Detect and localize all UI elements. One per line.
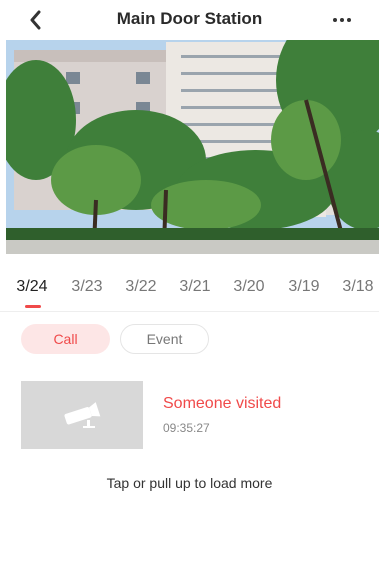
date-tab-3-23[interactable]: 3/23 xyxy=(65,278,109,296)
record-time: 09:35:27 xyxy=(163,421,210,435)
header-bar: Main Door Station xyxy=(0,0,379,40)
page-title: Main Door Station xyxy=(116,9,263,28)
date-tab-3-18[interactable]: 3/18 xyxy=(336,278,379,296)
camera-icon xyxy=(64,402,101,428)
camera-preview-image xyxy=(6,40,379,254)
call-filter-button[interactable]: Call xyxy=(21,324,110,354)
camera-preview[interactable] xyxy=(6,40,379,254)
date-tab-3-24[interactable]: 3/24 xyxy=(10,278,54,296)
divider xyxy=(0,311,379,312)
more-dots-icon xyxy=(333,18,337,22)
record-thumbnail xyxy=(21,381,143,449)
date-tab-3-19[interactable]: 3/19 xyxy=(282,278,326,296)
date-tabs: 3/24 3/23 3/22 3/21 3/20 3/19 3/18 xyxy=(0,278,379,312)
list-item[interactable]: Someone visited 09:35:27 xyxy=(21,381,361,449)
selected-tab-indicator xyxy=(25,305,41,308)
load-more-button[interactable]: Tap or pull up to load more xyxy=(0,475,379,491)
date-tab-3-20[interactable]: 3/20 xyxy=(227,278,271,296)
more-button[interactable] xyxy=(327,8,357,32)
date-tab-3-21[interactable]: 3/21 xyxy=(173,278,217,296)
record-title: Someone visited xyxy=(163,395,282,412)
event-filter-button[interactable]: Event xyxy=(120,324,209,354)
date-tab-3-22[interactable]: 3/22 xyxy=(119,278,163,296)
